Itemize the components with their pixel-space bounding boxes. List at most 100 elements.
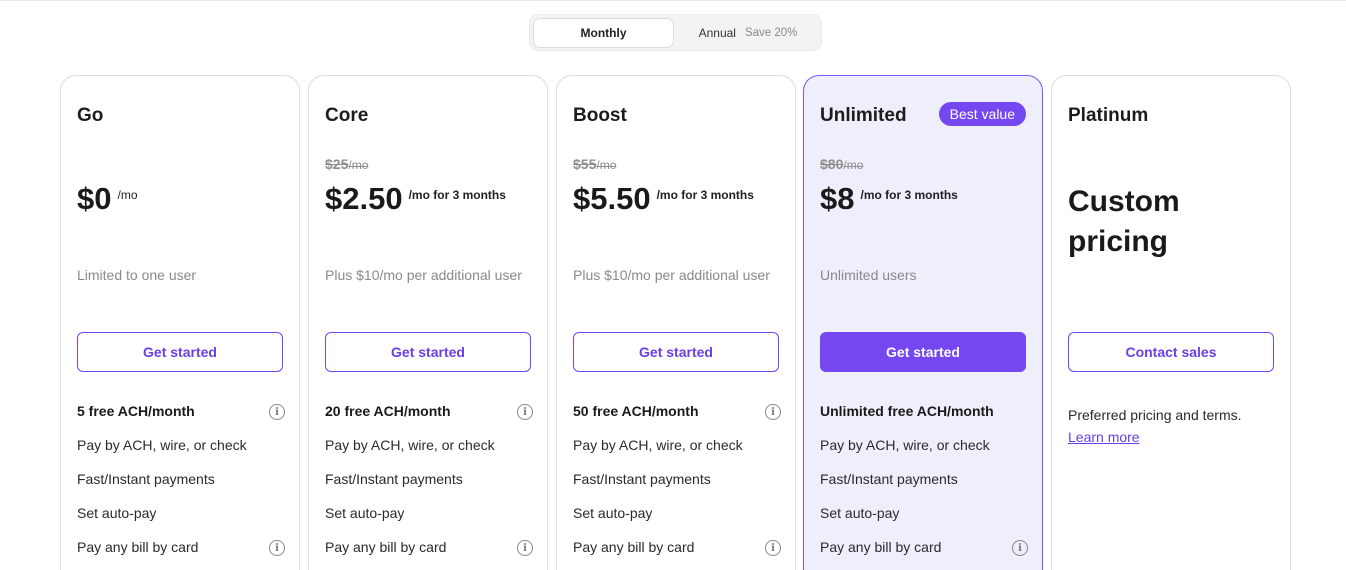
feature-text: 50 free ACH/month — [573, 403, 699, 419]
feature-item: Set auto-pay — [573, 505, 781, 539]
top-divider — [0, 0, 1346, 1]
custom-price: Custom pricing — [1068, 185, 1180, 258]
feature-text: Pay any bill by card — [573, 539, 695, 555]
plan-name: Unlimited — [820, 105, 907, 126]
info-icon[interactable]: i — [765, 540, 781, 556]
get-started-button[interactable]: Get started — [820, 332, 1026, 372]
feature-list: 50 free ACH/month i Pay by ACH, wire, or … — [573, 403, 781, 570]
plan-card-unlimited: Unlimited Best value $80/mo $8 /mo for 3… — [803, 75, 1043, 570]
feature-list: 20 free ACH/month i Pay by ACH, wire, or … — [325, 403, 533, 570]
old-price: $25/mo — [325, 156, 368, 172]
price: $2.50 — [325, 181, 403, 216]
feature-item: Set auto-pay — [77, 505, 285, 539]
annual-label: Annual — [698, 26, 736, 40]
feature-text: Fast/Instant payments — [77, 471, 215, 487]
feature-text: Set auto-pay — [77, 505, 157, 521]
feature-text: Pay by ACH, wire, or check — [77, 437, 247, 453]
feature-text: Pay by ACH, wire, or check — [573, 437, 743, 453]
feature-item: Set auto-pay — [820, 505, 1028, 539]
description-text: Preferred pricing and terms. — [1068, 407, 1242, 423]
get-started-button[interactable]: Get started — [77, 332, 283, 372]
plan-subtitle: Limited to one user — [77, 267, 197, 283]
feature-text: Pay any bill by card — [325, 539, 447, 555]
old-price-unit: /mo — [596, 158, 617, 172]
contact-sales-button[interactable]: Contact sales — [1068, 332, 1274, 372]
feature-text: 5 free ACH/month — [77, 403, 195, 419]
feature-text: Pay by ACH, wire, or check — [820, 437, 990, 453]
old-price-value: $80 — [820, 156, 844, 172]
price-row: $0 /mo — [77, 183, 138, 214]
feature-item: Pay any bill by card i — [573, 539, 781, 570]
feature-item: Pay by ACH, wire, or check — [77, 437, 285, 471]
price-suffix: /mo for 3 months — [408, 188, 506, 202]
info-icon[interactable]: i — [517, 540, 533, 556]
feature-item: Fast/Instant payments — [820, 471, 1028, 505]
info-icon[interactable]: i — [269, 540, 285, 556]
feature-text: Unlimited free ACH/month — [820, 403, 994, 419]
info-icon[interactable]: i — [765, 404, 781, 420]
price: $5.50 — [573, 181, 651, 216]
plan-name: Platinum — [1068, 105, 1149, 126]
feature-item: Pay any bill by card i — [325, 539, 533, 570]
info-icon[interactable]: i — [517, 404, 533, 420]
feature-text: Pay by ACH, wire, or check — [325, 437, 495, 453]
old-price: $80/mo — [820, 156, 863, 172]
learn-more-link[interactable]: Learn more — [1068, 429, 1140, 445]
plan-subtitle: Plus $10/mo per additional user — [325, 267, 522, 283]
feature-text: Fast/Instant payments — [820, 471, 958, 487]
info-icon[interactable]: i — [269, 404, 285, 420]
plan-card-core: Core $25/mo $2.50 /mo for 3 months Plus … — [308, 75, 548, 570]
feature-text: Pay any bill by card — [77, 539, 199, 555]
feature-item: 20 free ACH/month i — [325, 403, 533, 437]
old-price-value: $55 — [573, 156, 597, 172]
old-price-unit: /mo — [843, 158, 864, 172]
feature-item: Fast/Instant payments — [573, 471, 781, 505]
feature-item: Fast/Instant payments — [325, 471, 533, 505]
get-started-button[interactable]: Get started — [573, 332, 779, 372]
feature-text: 20 free ACH/month — [325, 403, 451, 419]
feature-text: Fast/Instant payments — [325, 471, 463, 487]
get-started-button[interactable]: Get started — [325, 332, 531, 372]
plan-name: Core — [325, 105, 369, 126]
plan-name: Go — [77, 105, 104, 126]
feature-text: Pay any bill by card — [820, 539, 942, 555]
price-row: $8 /mo for 3 months — [820, 183, 958, 214]
plan-card-platinum: Platinum Custom pricing Contact sales Pr… — [1051, 75, 1291, 570]
feature-item: 5 free ACH/month i — [77, 403, 285, 437]
annual-option[interactable]: Annual Save 20% — [676, 18, 820, 48]
billing-period-toggle: Monthly Annual Save 20% — [529, 14, 822, 51]
feature-item: Pay any bill by card i — [77, 539, 285, 570]
feature-text: Set auto-pay — [573, 505, 653, 521]
old-price-unit: /mo — [348, 158, 369, 172]
old-price-value: $25 — [325, 156, 349, 172]
plan-name: Boost — [573, 105, 627, 126]
feature-item: Pay by ACH, wire, or check — [820, 437, 1028, 471]
price-suffix: /mo for 3 months — [656, 188, 754, 202]
feature-item: 50 free ACH/month i — [573, 403, 781, 437]
feature-list: Unlimited free ACH/month Pay by ACH, wir… — [820, 403, 1028, 570]
feature-item: Unlimited free ACH/month — [820, 403, 1028, 437]
feature-text: Fast/Instant payments — [573, 471, 711, 487]
feature-text: Set auto-pay — [325, 505, 405, 521]
price: $0 — [77, 181, 112, 216]
price-suffix: /mo — [117, 188, 138, 202]
feature-item: Pay by ACH, wire, or check — [573, 437, 781, 471]
info-icon[interactable]: i — [1012, 540, 1028, 556]
price-row: $2.50 /mo for 3 months — [325, 183, 506, 214]
plan-card-boost: Boost $55/mo $5.50 /mo for 3 months Plus… — [556, 75, 796, 570]
feature-item: Fast/Instant payments — [77, 471, 285, 505]
price: $8 — [820, 181, 855, 216]
feature-list: 5 free ACH/month i Pay by ACH, wire, or c… — [77, 403, 285, 570]
best-value-badge: Best value — [938, 102, 1026, 126]
feature-item: Set auto-pay — [325, 505, 533, 539]
price-row: $5.50 /mo for 3 months — [573, 183, 754, 214]
price-suffix: /mo for 3 months — [860, 188, 958, 202]
feature-text: Set auto-pay — [820, 505, 900, 521]
platinum-description: Preferred pricing and terms. Learn more — [1068, 404, 1278, 448]
old-price: $55/mo — [573, 156, 616, 172]
monthly-option[interactable]: Monthly — [533, 18, 674, 48]
plan-subtitle: Unlimited users — [820, 267, 917, 283]
plan-card-go: Go $0 /mo Limited to one user Get starte… — [60, 75, 300, 570]
plan-subtitle: Plus $10/mo per additional user — [573, 267, 770, 283]
feature-item: Pay any bill by card i — [820, 539, 1028, 570]
